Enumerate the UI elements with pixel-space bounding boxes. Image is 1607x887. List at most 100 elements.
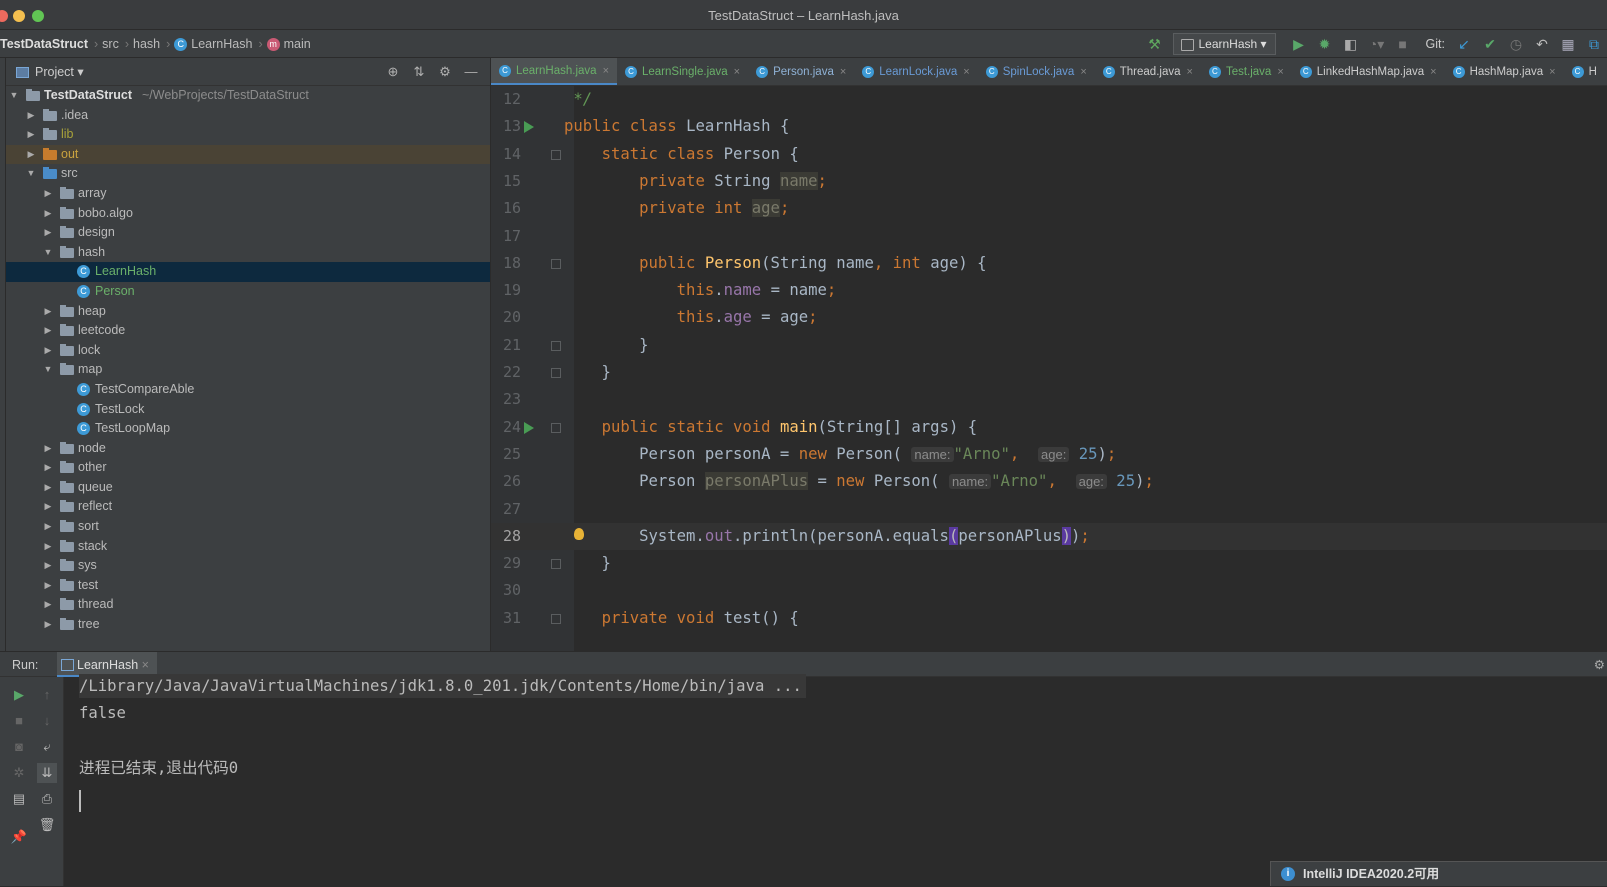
code-line[interactable]: 29 }	[491, 550, 1607, 577]
coverage-icon[interactable]: ◧	[1338, 30, 1364, 57]
breadcrumb-project[interactable]: TestDataStruct	[0, 30, 88, 57]
pin-icon[interactable]: 📌	[9, 827, 29, 847]
code-line[interactable]: 18 public Person(String name, int age) {	[491, 250, 1607, 277]
tree-item[interactable]: ▶ thread	[6, 595, 490, 615]
git-update-icon[interactable]: ↙	[1451, 30, 1477, 57]
close-icon[interactable]: ×	[734, 58, 740, 85]
rerun-icon[interactable]: ▶	[9, 685, 29, 705]
fold-icon[interactable]	[551, 559, 561, 570]
code-line[interactable]: 21 }	[491, 332, 1607, 359]
expand-arrow-icon[interactable]: ▶	[42, 341, 54, 361]
expand-arrow-icon[interactable]: ▶	[42, 223, 54, 243]
tree-item[interactable]: ▶ sort	[6, 517, 490, 537]
hide-icon[interactable]: —	[458, 58, 484, 86]
expand-arrow-icon[interactable]: ▶	[42, 321, 54, 341]
down-arrow-icon[interactable]: ↓	[37, 711, 57, 731]
tree-root[interactable]: ▼ TestDataStruct ~/WebProjects/TestDataS…	[6, 86, 490, 106]
close-icon[interactable]: ×	[1430, 58, 1436, 85]
fold-icon[interactable]	[551, 149, 561, 160]
chevron-down-icon[interactable]: ▾	[77, 65, 83, 79]
project-structure-icon[interactable]: ▦	[1555, 30, 1581, 57]
code-line[interactable]: 14 static class Person {	[491, 141, 1607, 168]
expand-arrow-icon[interactable]: ▶	[42, 615, 54, 635]
expand-arrow-icon[interactable]: ▶	[42, 478, 54, 498]
soft-wrap-icon[interactable]: ⤶	[37, 737, 57, 757]
expand-arrow-icon[interactable]: ▶	[42, 576, 54, 596]
expand-arrow-icon[interactable]: ▶	[42, 537, 54, 557]
code-line[interactable]: 20 this.age = age;	[491, 304, 1607, 331]
print-icon[interactable]: ⎙	[37, 789, 57, 809]
tree-item[interactable]: ▶ bobo.algo	[6, 204, 490, 224]
editor-tab[interactable]: CH	[1564, 58, 1605, 85]
tree-item[interactable]: C TestLoopMap	[6, 419, 490, 439]
editor-tab[interactable]: C LearnHash.java ×	[491, 58, 617, 85]
editor-tab[interactable]: C SpinLock.java ×	[978, 58, 1095, 85]
code-line[interactable]: 26 Person personAPlus = new Person( name…	[491, 468, 1607, 495]
code-line[interactable]: 23	[491, 386, 1607, 413]
expand-arrow-icon[interactable]: ▶	[42, 458, 54, 478]
tree-item[interactable]: C Person	[6, 282, 490, 302]
scroll-to-end-icon[interactable]: ⇊	[37, 763, 57, 783]
tree-item[interactable]: ▶ other	[6, 458, 490, 478]
minimize-window-button[interactable]	[13, 10, 25, 22]
breadcrumb-class[interactable]: LearnHash	[191, 30, 252, 57]
code-line[interactable]: 22 }	[491, 359, 1607, 386]
tree-item[interactable]: ▶ lock	[6, 341, 490, 361]
expand-arrow-icon[interactable]: ▶	[42, 517, 54, 537]
fold-icon[interactable]	[551, 340, 561, 351]
profile-icon[interactable]: ◔▾	[1364, 30, 1390, 57]
build-hammer-icon[interactable]: ⚒	[1141, 30, 1167, 57]
tree-item[interactable]: C TestLock	[6, 400, 490, 420]
editor-tab[interactable]: C LinkedHashMap.java ×	[1292, 58, 1445, 85]
close-icon[interactable]: ×	[1080, 58, 1086, 85]
close-icon[interactable]: ×	[963, 58, 969, 85]
tree-item[interactable]: ▶ test	[6, 576, 490, 596]
up-arrow-icon[interactable]: ↑	[37, 685, 57, 705]
update-notification[interactable]: IntelliJ IDEA2020.2可用	[1270, 861, 1607, 886]
close-icon[interactable]: ×	[603, 58, 609, 85]
run-gutter-icon[interactable]	[524, 121, 534, 134]
close-icon[interactable]: ×	[1277, 58, 1283, 85]
collapse-all-icon[interactable]: ⇅	[406, 58, 432, 86]
tree-item[interactable]: C TestCompareAble	[6, 380, 490, 400]
tree-item[interactable]: ▶ heap	[6, 302, 490, 322]
gear-icon[interactable]: ⚙	[1594, 652, 1605, 678]
trash-icon[interactable]: 🗑	[37, 815, 57, 835]
tree-item[interactable]: ▼ src	[6, 164, 490, 184]
code-line[interactable]: 27	[491, 496, 1607, 523]
search-everywhere-icon[interactable]: ⧉	[1581, 30, 1607, 57]
fold-icon[interactable]	[551, 422, 561, 433]
editor-tab[interactable]: C Thread.java ×	[1095, 58, 1201, 85]
tree-item[interactable]: ▼ hash	[6, 243, 490, 263]
run-icon[interactable]: ▶	[1286, 30, 1312, 57]
expand-arrow-icon[interactable]: ▶	[42, 439, 54, 459]
fold-icon[interactable]	[551, 613, 561, 624]
editor-tab[interactable]: C Test.java ×	[1201, 58, 1292, 85]
code-line[interactable]: 25 Person personA = new Person( name: "Ar…	[491, 441, 1607, 468]
code-line[interactable]: 15 private String name;	[491, 168, 1607, 195]
run-gutter-icon[interactable]	[524, 421, 534, 434]
breadcrumb-src[interactable]: src	[102, 30, 119, 57]
tree-item[interactable]: ▶ stack	[6, 537, 490, 557]
expand-arrow-icon[interactable]: ▶	[42, 595, 54, 615]
settings-icon[interactable]: ✲	[9, 763, 29, 783]
editor-tab[interactable]: C HashMap.java ×	[1445, 58, 1564, 85]
close-icon[interactable]: ×	[840, 58, 846, 85]
zoom-window-button[interactable]	[32, 10, 44, 22]
close-icon[interactable]: ×	[1549, 58, 1555, 85]
expand-arrow-icon[interactable]: ▶	[25, 145, 37, 165]
git-commit-icon[interactable]: ✔	[1477, 30, 1503, 57]
expand-arrow-icon[interactable]: ▼	[8, 86, 20, 106]
code-line[interactable]: 24 public static void main(String[] args…	[491, 414, 1607, 441]
code-line[interactable]: 17	[491, 223, 1607, 250]
expand-arrow-icon[interactable]: ▶	[42, 184, 54, 204]
tree-item[interactable]: ▶ array	[6, 184, 490, 204]
editor-tab[interactable]: C LearnSingle.java ×	[617, 58, 748, 85]
stop-icon[interactable]: ■	[9, 711, 29, 731]
layout-icon[interactable]: ▤	[9, 789, 29, 809]
tree-item[interactable]: ▶ sys	[6, 556, 490, 576]
debug-icon[interactable]: ✹	[1312, 30, 1338, 57]
git-history-icon[interactable]: ◷	[1503, 30, 1529, 57]
tree-item[interactable]: ▶ design	[6, 223, 490, 243]
code-line[interactable]: 13 public class LearnHash {	[491, 113, 1607, 140]
